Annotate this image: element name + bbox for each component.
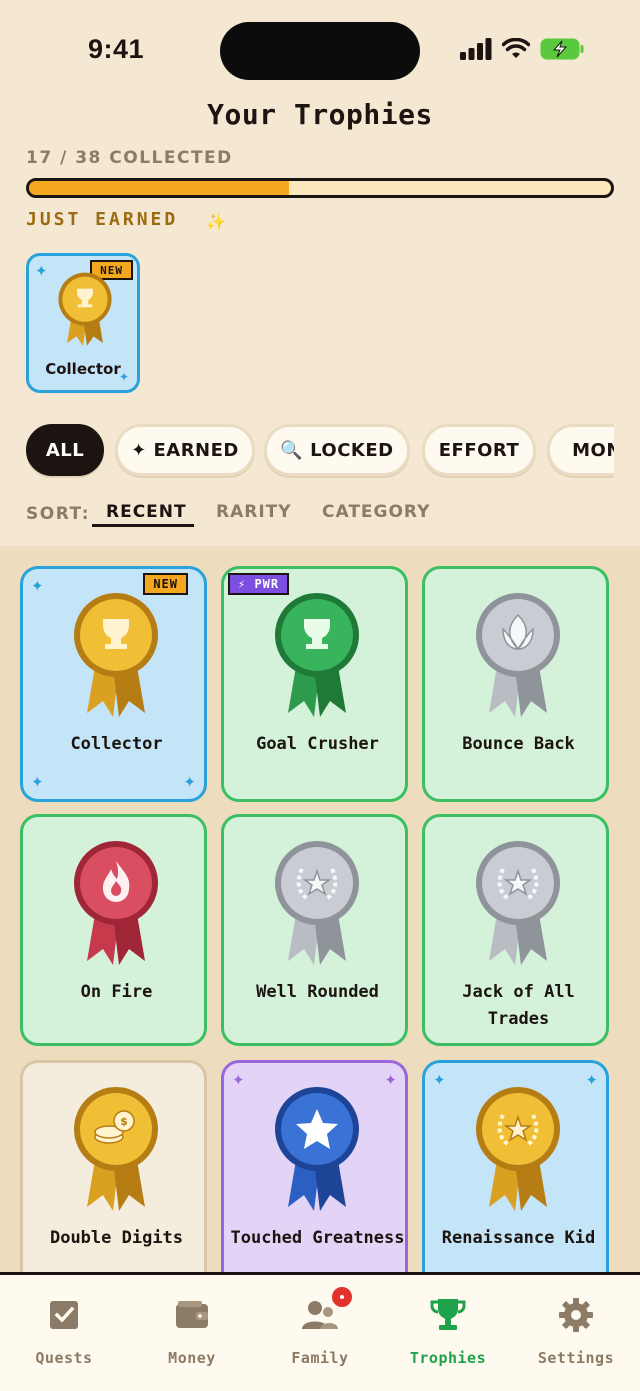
- trophy-card[interactable]: ✦ ✦ ✦ NEW Collector: [20, 566, 207, 802]
- trophy-card[interactable]: ⚡ PWR Goal Crusher: [221, 566, 408, 802]
- trophy-name: Renaissance Kid: [441, 1228, 596, 1248]
- status-bar: 9:41: [0, 0, 640, 100]
- trophy-name: Collector: [45, 360, 121, 378]
- tab-settings[interactable]: Settings: [512, 1295, 640, 1367]
- trophy-card[interactable]: ✦ ✦ Renaissance Kid: [422, 1060, 609, 1272]
- leaf-icon: [473, 591, 563, 719]
- just-earned-heading: JUST EARNED: [26, 209, 179, 230]
- checkbox-icon: [44, 1295, 84, 1335]
- trophy-medal-icon: [55, 270, 115, 350]
- laurel-star-icon: [473, 1085, 563, 1213]
- just-earned-card[interactable]: ✦ ✦ NEW Collector: [26, 253, 140, 393]
- bottom-tab-bar: Quests Money Family Trophies Settings: [0, 1272, 640, 1391]
- flame-icon: [71, 839, 161, 967]
- sort-row: SORT: RECENT RARITY CATEGORY: [26, 500, 614, 530]
- trophy-icon: [71, 591, 161, 719]
- family-icon: [300, 1285, 354, 1335]
- collected-count: 17 / 38 COLLECTED: [26, 148, 233, 168]
- tab-label: Trophies: [409, 1349, 487, 1367]
- trophy-card[interactable]: $ Double Digits: [20, 1060, 207, 1272]
- wifi-icon: [502, 38, 530, 58]
- sort-label: SORT:: [26, 504, 90, 524]
- trophy-card[interactable]: Bounce Back: [422, 566, 609, 802]
- wallet-icon: [172, 1295, 212, 1335]
- battery-icon: [540, 38, 584, 60]
- sparkle-icon: ✦: [232, 1071, 245, 1089]
- trophy-name: On Fire: [80, 982, 153, 1002]
- status-time: 9:41: [88, 34, 145, 64]
- tab-money[interactable]: Money: [128, 1295, 256, 1367]
- trophy-card[interactable]: On Fire: [20, 814, 207, 1046]
- tab-label: Money: [168, 1349, 216, 1367]
- trophy-card[interactable]: Jack of All Trades: [422, 814, 609, 1046]
- progress-fill: [29, 181, 290, 195]
- page-title: Your Trophies: [207, 98, 433, 131]
- signal-icon: [460, 38, 492, 60]
- filter-earned-chip[interactable]: ✦ EARNED: [115, 424, 255, 476]
- filter-effort-chip[interactable]: EFFORT: [422, 424, 536, 476]
- tab-family[interactable]: Family: [256, 1285, 384, 1367]
- trophy-card[interactable]: Well Rounded: [221, 814, 408, 1046]
- filter-locked-chip[interactable]: 🔍 LOCKED: [264, 424, 410, 476]
- trophy-icon: [428, 1295, 468, 1335]
- coins-icon: $: [71, 1085, 161, 1213]
- sort-recent-option[interactable]: RECENT: [106, 502, 187, 522]
- collection-progress-bar: [26, 178, 614, 198]
- sparkle-icon: ✨: [206, 212, 226, 231]
- trophy-name: Collector: [70, 734, 163, 754]
- sparkle-icon: ✦: [585, 1071, 598, 1089]
- tab-quests[interactable]: Quests: [0, 1295, 128, 1367]
- sort-active-underline: [92, 524, 194, 527]
- trophy-name: Jack of All Trades: [462, 982, 575, 1029]
- trophy-icon: [272, 591, 362, 719]
- tab-label: Quests: [35, 1349, 93, 1367]
- sparkle-icon: ✦: [31, 773, 44, 791]
- trophy-grid: ✦ ✦ ✦ NEW Collector ⚡ PWR Goal Crusher B…: [0, 546, 640, 1272]
- tab-label: Settings: [537, 1349, 615, 1367]
- sort-rarity-option[interactable]: RARITY: [216, 502, 292, 522]
- filter-chip-row[interactable]: ALL ✦ EARNED 🔍 LOCKED EFFORT MON: [26, 424, 614, 480]
- sparkle-icon: ✦: [183, 773, 196, 791]
- filter-money-chip[interactable]: MON: [547, 424, 614, 476]
- system-icons: [460, 38, 584, 60]
- sparkle-icon: ✦: [384, 1071, 397, 1089]
- trophy-name: Touched Greatness: [230, 1228, 405, 1248]
- sparkle-icon: ✦: [433, 1071, 446, 1089]
- filter-all-chip[interactable]: ALL: [26, 424, 104, 476]
- trophy-name: Goal Crusher: [256, 734, 379, 754]
- trophy-name: Bounce Back: [462, 734, 575, 754]
- laurel-star-icon: [473, 839, 563, 967]
- trophy-card[interactable]: ✦ ✦ Touched Greatness: [221, 1060, 408, 1272]
- gear-icon: [556, 1295, 596, 1335]
- star-icon: [272, 1085, 362, 1213]
- tab-label: Family: [291, 1349, 349, 1367]
- trophy-name: Double Digits: [49, 1228, 184, 1248]
- sort-category-option[interactable]: CATEGORY: [322, 502, 430, 522]
- sparkle-icon: ✦: [35, 262, 48, 280]
- dynamic-island: [220, 22, 420, 80]
- sparkle-icon: ✦: [31, 577, 44, 595]
- laurel-star-icon: [272, 839, 362, 967]
- svg-text:$: $: [120, 1115, 128, 1128]
- notification-dot: [330, 1285, 354, 1309]
- trophy-name: Well Rounded: [256, 982, 379, 1002]
- tab-trophies[interactable]: Trophies: [384, 1295, 512, 1367]
